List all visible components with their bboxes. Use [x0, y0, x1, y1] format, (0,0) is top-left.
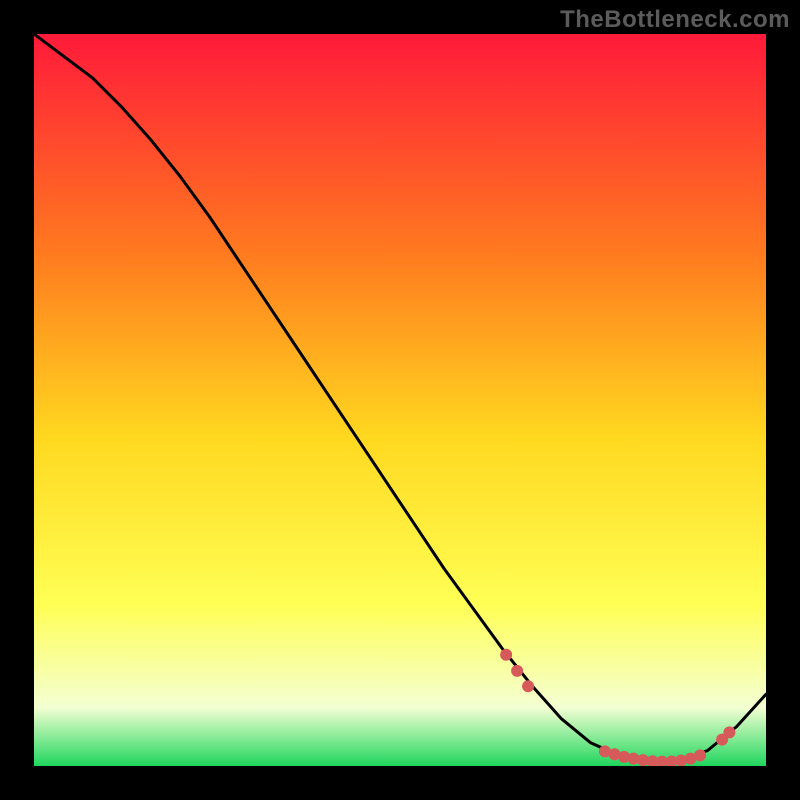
curve-marker [500, 649, 512, 661]
curve-marker [694, 749, 706, 761]
plot-area [34, 34, 766, 766]
watermark-label: TheBottleneck.com [560, 6, 790, 34]
chart-stage: TheBottleneck.com [0, 0, 800, 800]
chart-svg [34, 34, 766, 766]
gradient-background [34, 34, 766, 766]
curve-marker [511, 665, 523, 677]
curve-marker [522, 680, 534, 692]
curve-marker [723, 726, 735, 738]
